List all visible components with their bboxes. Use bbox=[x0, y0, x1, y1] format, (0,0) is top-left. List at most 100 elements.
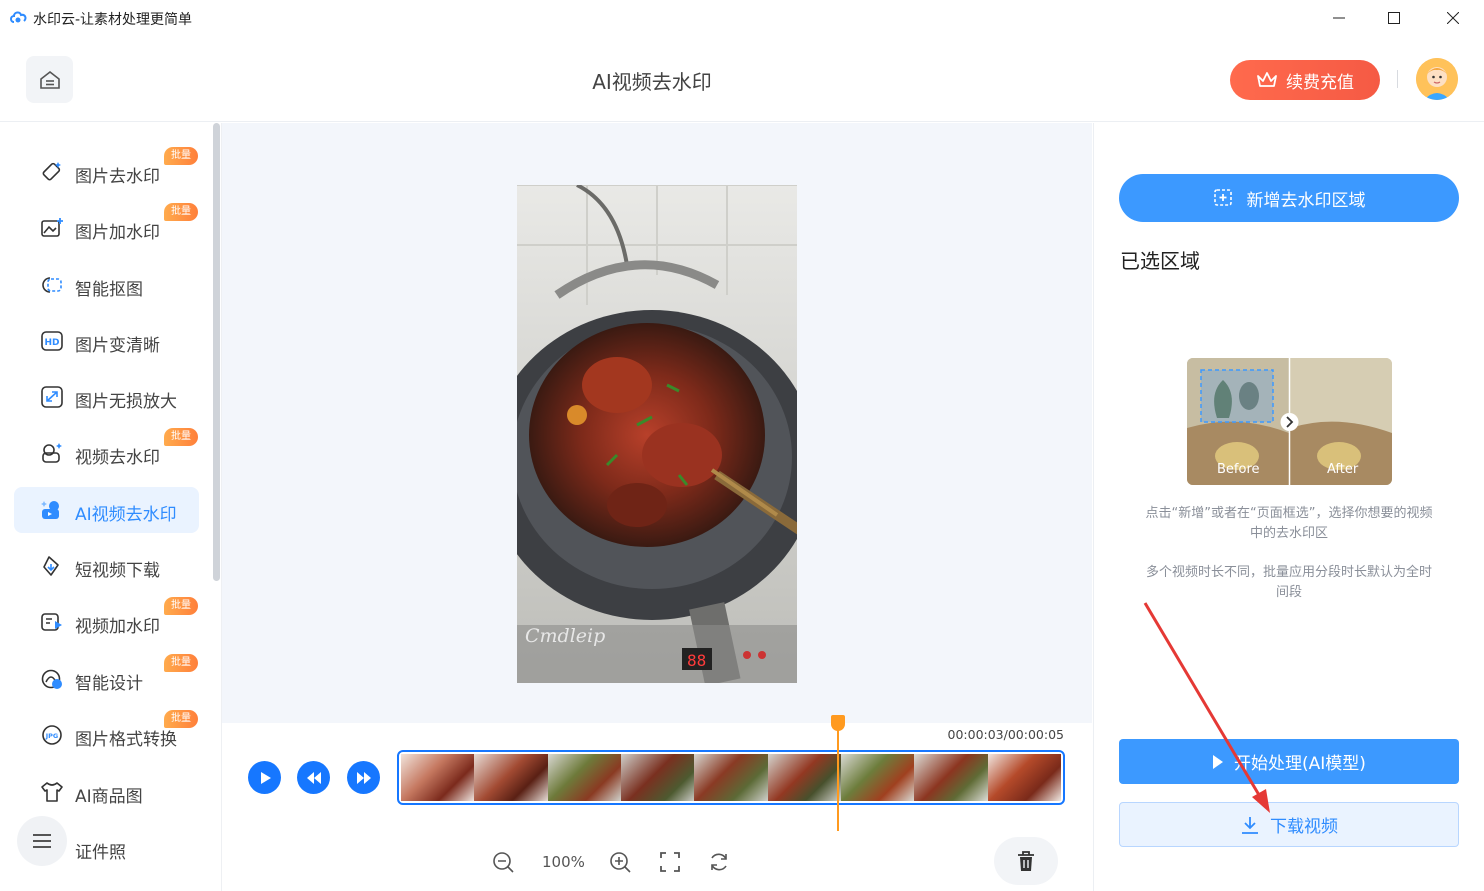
cutout-icon bbox=[40, 274, 64, 296]
trash-icon bbox=[1018, 851, 1034, 871]
user-avatar[interactable] bbox=[1416, 58, 1458, 100]
svg-text:88: 88 bbox=[687, 651, 706, 670]
fast-forward-button[interactable] bbox=[347, 761, 380, 794]
menu-button[interactable] bbox=[17, 816, 67, 866]
enlarge-icon bbox=[40, 386, 64, 408]
timeline-frame bbox=[767, 754, 841, 801]
zoom-level: 100% bbox=[542, 853, 585, 871]
sidebar-item-video-watermark-add[interactable]: 视频加水印 批量 bbox=[14, 597, 199, 645]
timeline-frame bbox=[474, 754, 548, 801]
rewind-button[interactable] bbox=[297, 761, 330, 794]
batch-badge: 批量 bbox=[164, 654, 198, 672]
design-icon bbox=[40, 668, 64, 690]
playhead-line[interactable] bbox=[837, 715, 839, 831]
play-button[interactable] bbox=[248, 761, 281, 794]
svg-text:HD: HD bbox=[44, 338, 59, 348]
maximize-button[interactable] bbox=[1371, 0, 1417, 36]
timeline-frame bbox=[401, 754, 475, 801]
sidebar-item-ai-video-watermark-remove[interactable]: AI视频去水印 bbox=[14, 487, 199, 533]
close-icon bbox=[1447, 12, 1459, 24]
video-editor-canvas[interactable]: 88 Cmdleip bbox=[222, 123, 1092, 723]
sidebar-item-image-watermark-remove[interactable]: 图片去水印 批量 bbox=[14, 147, 199, 195]
sidebar-item-image-format-convert[interactable]: JPG 图片格式转换 批量 bbox=[14, 710, 199, 758]
refresh-icon bbox=[711, 853, 727, 871]
sidebar-scrollbar[interactable] bbox=[213, 123, 220, 581]
sidebar-item-label: 图片格式转换 bbox=[75, 730, 177, 750]
sidebar-item-video-watermark-remove[interactable]: 视频去水印 批量 bbox=[14, 428, 199, 476]
fit-screen-button[interactable] bbox=[657, 849, 683, 875]
menu-icon bbox=[33, 834, 51, 848]
playhead-handle[interactable] bbox=[831, 715, 845, 731]
zoom-out-icon bbox=[493, 852, 514, 873]
sidebar-item-image-watermark-add[interactable]: 图片加水印 批量 bbox=[14, 203, 199, 251]
timecode: 00:00:03/00:00:05 bbox=[947, 727, 1065, 742]
reset-button[interactable] bbox=[706, 849, 732, 875]
sidebar-item-label: AI视频去水印 bbox=[75, 505, 177, 525]
sidebar-item-image-enlarge[interactable]: 图片无损放大 bbox=[14, 374, 199, 420]
window-title: 水印云-让素材处理更简单 bbox=[33, 12, 193, 28]
app-window: 水印云-让素材处理更简单 AI视频去水印 续费充值 图片去水印 批量 图片加水印… bbox=[0, 0, 1484, 891]
shirt-icon bbox=[40, 781, 64, 803]
zoom-out-button[interactable] bbox=[490, 849, 516, 875]
recharge-button[interactable]: 续费充值 bbox=[1230, 60, 1380, 100]
zoom-in-button[interactable] bbox=[607, 849, 633, 875]
sidebar-item-label: 智能抠图 bbox=[75, 280, 143, 300]
sidebar-item-smart-design[interactable]: 智能设计 批量 bbox=[14, 654, 199, 702]
right-panel: 新增去水印区域 已选区域 Before After 点击“新增”或者在“页面框选… bbox=[1093, 123, 1484, 891]
sidebar-item-short-video-download[interactable]: 短视频下载 bbox=[14, 543, 199, 589]
sidebar-item-smart-cutout[interactable]: 智能抠图 bbox=[14, 262, 199, 308]
zoom-in-icon bbox=[610, 852, 631, 873]
sidebar-item-label: 智能设计 bbox=[75, 674, 143, 694]
video-watermark-text: Cmdleip bbox=[525, 625, 606, 647]
format-convert-icon: JPG bbox=[40, 724, 64, 746]
hint-text-1: 点击“新增”或者在“页面框选”，选择你想要的视频中的去水印区 bbox=[1145, 506, 1433, 541]
sidebar-item-label: 视频去水印 bbox=[75, 448, 160, 468]
sidebar-item-label: 图片变清晰 bbox=[75, 336, 160, 356]
header-divider bbox=[1397, 70, 1398, 88]
eraser-icon bbox=[40, 161, 64, 183]
video-preview[interactable]: 88 Cmdleip bbox=[517, 185, 797, 683]
fullscreen-icon bbox=[660, 852, 680, 872]
timeline-frame bbox=[620, 754, 695, 801]
timeline-frame bbox=[840, 754, 915, 801]
short-video-download-icon bbox=[40, 555, 64, 577]
minimize-button[interactable] bbox=[1316, 0, 1362, 36]
image-add-icon bbox=[40, 217, 64, 239]
video-eraser-icon bbox=[40, 442, 64, 464]
title-bar: 水印云-让素材处理更简单 bbox=[0, 0, 1484, 36]
batch-badge: 批量 bbox=[164, 428, 198, 446]
sidebar-item-label: 图片无损放大 bbox=[75, 392, 177, 412]
page-title: AI视频去水印 bbox=[592, 70, 712, 94]
video-frame-image: 88 bbox=[517, 185, 797, 683]
batch-badge: 批量 bbox=[164, 147, 198, 165]
timeline-frame bbox=[914, 754, 988, 801]
sidebar-item-label: AI商品图 bbox=[75, 787, 143, 807]
start-processing-button[interactable]: 开始处理(AI模型) bbox=[1119, 739, 1459, 784]
cloud-logo-icon bbox=[10, 11, 27, 23]
fast-forward-icon bbox=[356, 771, 371, 784]
start-label: 开始处理(AI模型) bbox=[1234, 754, 1366, 774]
add-area-icon bbox=[1213, 189, 1232, 206]
sidebar-item-ai-product-image[interactable]: AI商品图 bbox=[14, 769, 199, 815]
hint-text-2: 多个视频时长不同，批量应用分段时长默认为全时间段 bbox=[1145, 565, 1432, 600]
delete-button[interactable] bbox=[994, 837, 1058, 885]
timeline-panel: 00:00:03/00:00:05 100% bbox=[222, 715, 1092, 891]
add-area-label: 新增去水印区域 bbox=[1246, 190, 1366, 211]
selected-area-title: 已选区域 bbox=[1120, 249, 1200, 273]
app-header: AI视频去水印 续费充值 bbox=[0, 36, 1484, 122]
sidebar-item-label: 视频加水印 bbox=[75, 617, 160, 637]
batch-badge: 批量 bbox=[164, 597, 198, 615]
sidebar-item-label: 短视频下载 bbox=[75, 561, 160, 581]
sidebar-item-label: 证件照 bbox=[75, 843, 126, 863]
maximize-icon bbox=[1388, 12, 1400, 24]
timeline-frames[interactable] bbox=[397, 750, 1065, 805]
before-label: Before bbox=[1217, 462, 1260, 477]
download-icon bbox=[1242, 816, 1258, 834]
batch-badge: 批量 bbox=[164, 203, 198, 221]
video-add-watermark-icon bbox=[40, 611, 64, 633]
add-watermark-area-button[interactable]: 新增去水印区域 bbox=[1119, 174, 1459, 222]
download-video-button[interactable]: 下载视频 bbox=[1119, 802, 1459, 847]
avatar-icon bbox=[1416, 58, 1458, 100]
sidebar-item-image-sharpen[interactable]: HD 图片变清晰 bbox=[14, 318, 199, 364]
close-button[interactable] bbox=[1430, 0, 1476, 36]
